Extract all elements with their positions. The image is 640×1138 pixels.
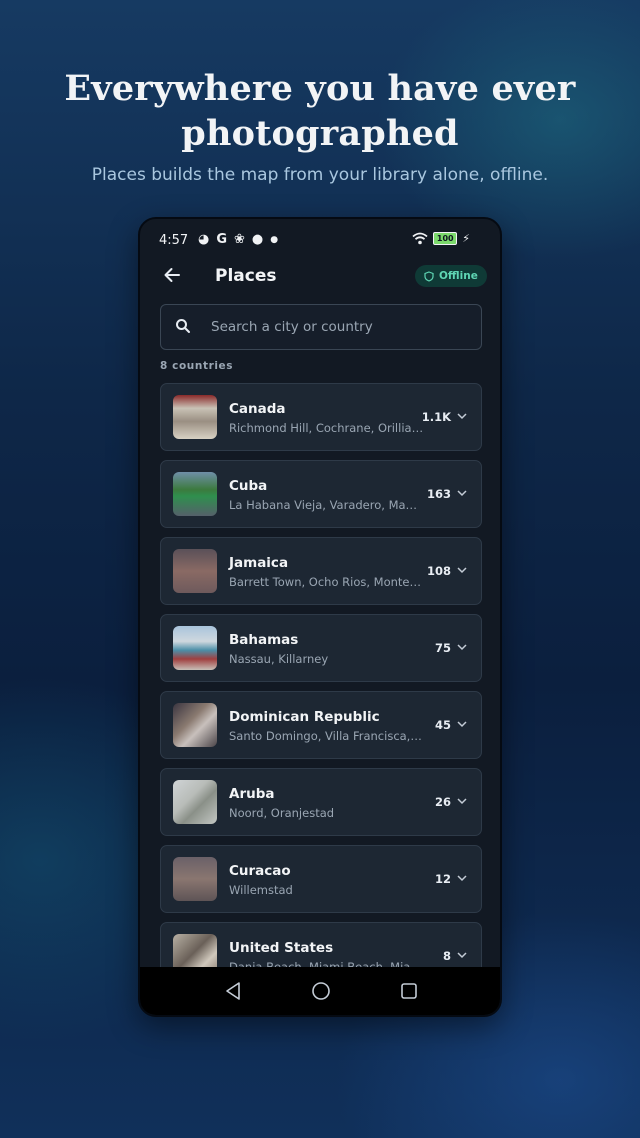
chevron-down-icon [457, 413, 467, 420]
google-icon: G [216, 232, 228, 247]
fan-icon: ❀ [234, 232, 245, 247]
charging-icon: ⚡ [462, 232, 470, 245]
battery-icon: 100 [433, 232, 458, 245]
back-button[interactable] [158, 261, 186, 289]
photo-count: 1.1K [421, 410, 451, 424]
offline-badge: Offline [415, 265, 487, 287]
photo-count: 108 [426, 564, 451, 578]
country-item-jamaica[interactable]: Jamaica Barrett Town, Ocho Rios, Monteg.… [160, 537, 482, 605]
status-notification-icons: ◕ G ❀ ● ● [198, 231, 278, 249]
nav-home-icon[interactable] [311, 981, 331, 1001]
shield-icon [424, 270, 434, 282]
status-system-icons: 100 ⚡ [412, 232, 470, 245]
country-thumbnail [173, 857, 217, 901]
chevron-down-icon [457, 952, 467, 959]
offline-badge-label: Offline [439, 270, 478, 282]
country-thumbnail [173, 549, 217, 593]
app-icon: ◕ [198, 232, 210, 247]
chevron-down-icon [457, 875, 467, 882]
nav-back-icon[interactable] [224, 981, 242, 1001]
country-places: Richmond Hill, Cochrane, Orillia ... [229, 421, 424, 435]
photo-count: 163 [426, 487, 451, 501]
country-places: La Habana Vieja, Varadero, Manti... [229, 498, 424, 512]
country-thumbnail [173, 703, 217, 747]
photo-count: 45 [434, 718, 451, 732]
country-name: Jamaica [229, 555, 289, 571]
dot-icon: ● [270, 235, 279, 245]
country-thumbnail [173, 395, 217, 439]
country-thumbnail [173, 626, 217, 670]
search-placeholder: Search a city or country [211, 319, 373, 335]
chevron-down-icon [457, 644, 467, 651]
search-icon [176, 319, 190, 333]
chevron-down-icon [457, 798, 467, 805]
country-item-curacao[interactable]: Curacao Willemstad 12 [160, 845, 482, 913]
photo-count: 26 [434, 795, 451, 809]
country-places: Barrett Town, Ocho Rios, Monteg... [229, 575, 424, 589]
country-item-canada[interactable]: Canada Richmond Hill, Cochrane, Orillia … [160, 383, 482, 451]
country-name: Aruba [229, 786, 275, 802]
photo-count: 12 [434, 872, 451, 886]
phone-frame: 4:57 ◕ G ❀ ● ● 100 ⚡ Places Offline Sear… [138, 217, 502, 1017]
country-name: United States [229, 940, 334, 956]
country-name: Canada [229, 401, 286, 417]
status-bar: 4:57 ◕ G ❀ ● ● 100 ⚡ [140, 229, 500, 253]
keyhole-icon: ● [251, 232, 264, 247]
chevron-down-icon [457, 490, 467, 497]
country-thumbnail [173, 472, 217, 516]
country-count-label: 8 countries [160, 360, 234, 372]
page-title: Places [215, 266, 277, 286]
country-name: Dominican Republic [229, 709, 380, 725]
chevron-down-icon [457, 567, 467, 574]
country-name: Cuba [229, 478, 268, 494]
chevron-down-icon [457, 721, 467, 728]
wifi-icon [412, 232, 428, 245]
status-time: 4:57 [159, 233, 189, 248]
system-nav-bar [140, 967, 500, 1015]
nav-recents-icon[interactable] [400, 981, 418, 1001]
country-item-dominican-republic[interactable]: Dominican Republic Santo Domingo, Villa … [160, 691, 482, 759]
country-thumbnail [173, 780, 217, 824]
country-places: Santo Domingo, Villa Francisca, La... [229, 729, 424, 743]
country-name: Curacao [229, 863, 291, 879]
photo-count: 75 [434, 641, 451, 655]
country-item-cuba[interactable]: Cuba La Habana Vieja, Varadero, Manti...… [160, 460, 482, 528]
back-arrow-icon [164, 268, 180, 282]
country-places: Willemstad [229, 883, 293, 897]
search-input[interactable]: Search a city or country [160, 304, 482, 350]
country-places: Noord, Oranjestad [229, 806, 335, 820]
country-item-aruba[interactable]: Aruba Noord, Oranjestad 26 [160, 768, 482, 836]
country-name: Bahamas [229, 632, 299, 648]
country-places: Nassau, Killarney [229, 652, 329, 666]
country-item-bahamas[interactable]: Bahamas Nassau, Killarney 75 [160, 614, 482, 682]
app-bar: Places Offline [140, 261, 500, 293]
headline: Everywhere you have ever photographed [64, 68, 576, 154]
subline: Places builds the map from your library … [91, 165, 549, 185]
photo-count: 8 [442, 949, 451, 963]
